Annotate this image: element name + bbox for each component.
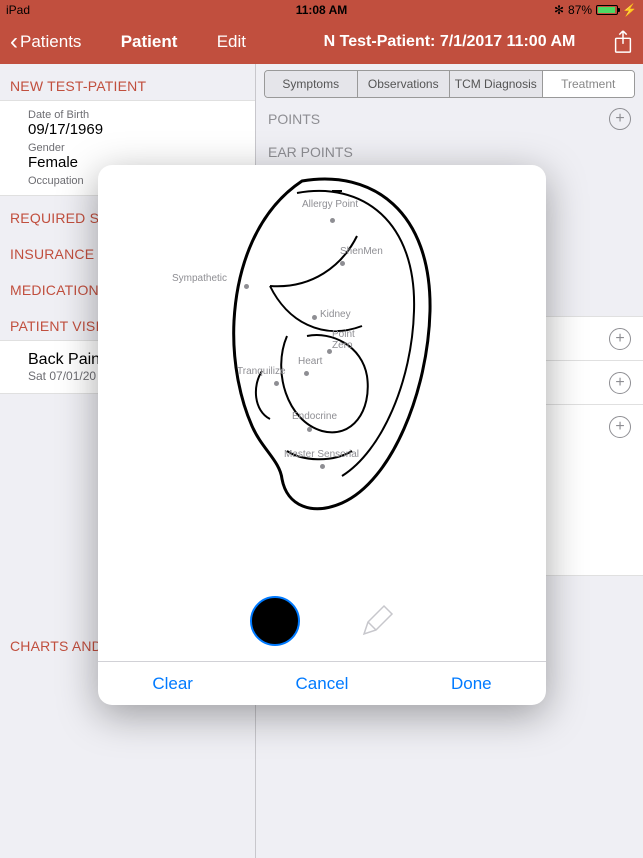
chevron-left-icon: ‹ [10, 30, 18, 54]
left-navbar: ‹ Patients Patient Edit [0, 20, 256, 64]
left-nav-title: Patient [121, 32, 178, 52]
pencil-tool[interactable] [360, 604, 394, 638]
done-button[interactable]: Done [397, 662, 546, 705]
pt-sympathetic-label: Sympathetic [172, 273, 227, 284]
share-icon[interactable] [613, 30, 633, 54]
status-bar: iPad 11:08 AM ✻ 87% ⚡ [0, 0, 643, 20]
battery-icon [596, 5, 618, 15]
ear-diagram-canvas[interactable]: Allergy Point ShenMen Sympathetic Kidney… [98, 165, 546, 581]
pt-shenmen-dot[interactable] [340, 261, 345, 266]
pt-master-dot[interactable] [320, 464, 325, 469]
ear-points-header: EAR POINTS [268, 144, 353, 160]
segmented-control: Symptoms Observations TCM Diagnosis Trea… [264, 70, 635, 98]
add-row-button-1[interactable]: + [609, 328, 631, 350]
gender-label: Gender [28, 142, 245, 154]
battery-pct: 87% [568, 3, 592, 17]
pt-master-label: Master Sensorial [284, 449, 359, 460]
edit-button[interactable]: Edit [217, 32, 246, 52]
pt-tranquilize-dot[interactable] [274, 381, 279, 386]
clear-button[interactable]: Clear [98, 662, 247, 705]
add-row-button-3[interactable]: + [609, 416, 631, 438]
pt-shenmen-label: ShenMen [340, 246, 383, 257]
pt-pointzero-label: Point Zero [332, 329, 355, 351]
dot-tool[interactable] [250, 596, 300, 646]
pt-heart-label: Heart [298, 356, 322, 367]
ear-points-modal: Allergy Point ShenMen Sympathetic Kidney… [98, 165, 546, 705]
pt-sympathetic-dot[interactable] [244, 284, 249, 289]
pt-kidney-dot[interactable] [312, 315, 317, 320]
pt-heart-dot[interactable] [304, 371, 309, 376]
cancel-button[interactable]: Cancel [247, 662, 396, 705]
tab-tcm-diagnosis[interactable]: TCM Diagnosis [450, 71, 543, 97]
points-header: POINTS [268, 111, 320, 127]
pt-allergy-dot[interactable] [330, 218, 335, 223]
pt-endocrine-dot[interactable] [307, 427, 312, 432]
pt-tranquilize-label: Tranquilize [237, 366, 286, 377]
dob-label: Date of Birth [28, 109, 245, 121]
device-label: iPad [6, 3, 30, 17]
tab-treatment[interactable]: Treatment [543, 71, 635, 97]
pt-allergy-label: Allergy Point [302, 199, 358, 210]
dob-value: 09/17/1969 [28, 121, 245, 138]
pt-pointzero-dot[interactable] [327, 349, 332, 354]
patient-name-header: NEW TEST-PATIENT [0, 64, 255, 100]
add-row-button-2[interactable]: + [609, 372, 631, 394]
add-points-button[interactable]: + [609, 108, 631, 130]
right-navbar: N Test-Patient: 7/1/2017 11:00 AM [256, 20, 643, 64]
right-nav-title: N Test-Patient: 7/1/2017 11:00 AM [324, 33, 576, 51]
clock: 11:08 AM [296, 3, 348, 17]
back-label: Patients [20, 32, 81, 52]
charging-icon: ⚡ [622, 3, 637, 17]
tab-observations[interactable]: Observations [358, 71, 451, 97]
tab-symptoms[interactable]: Symptoms [265, 71, 358, 97]
bluetooth-icon: ✻ [554, 3, 564, 17]
pt-kidney-label: Kidney [320, 309, 351, 320]
pt-endocrine-label: Endocrine [292, 411, 337, 422]
back-button[interactable]: ‹ Patients [10, 30, 81, 54]
